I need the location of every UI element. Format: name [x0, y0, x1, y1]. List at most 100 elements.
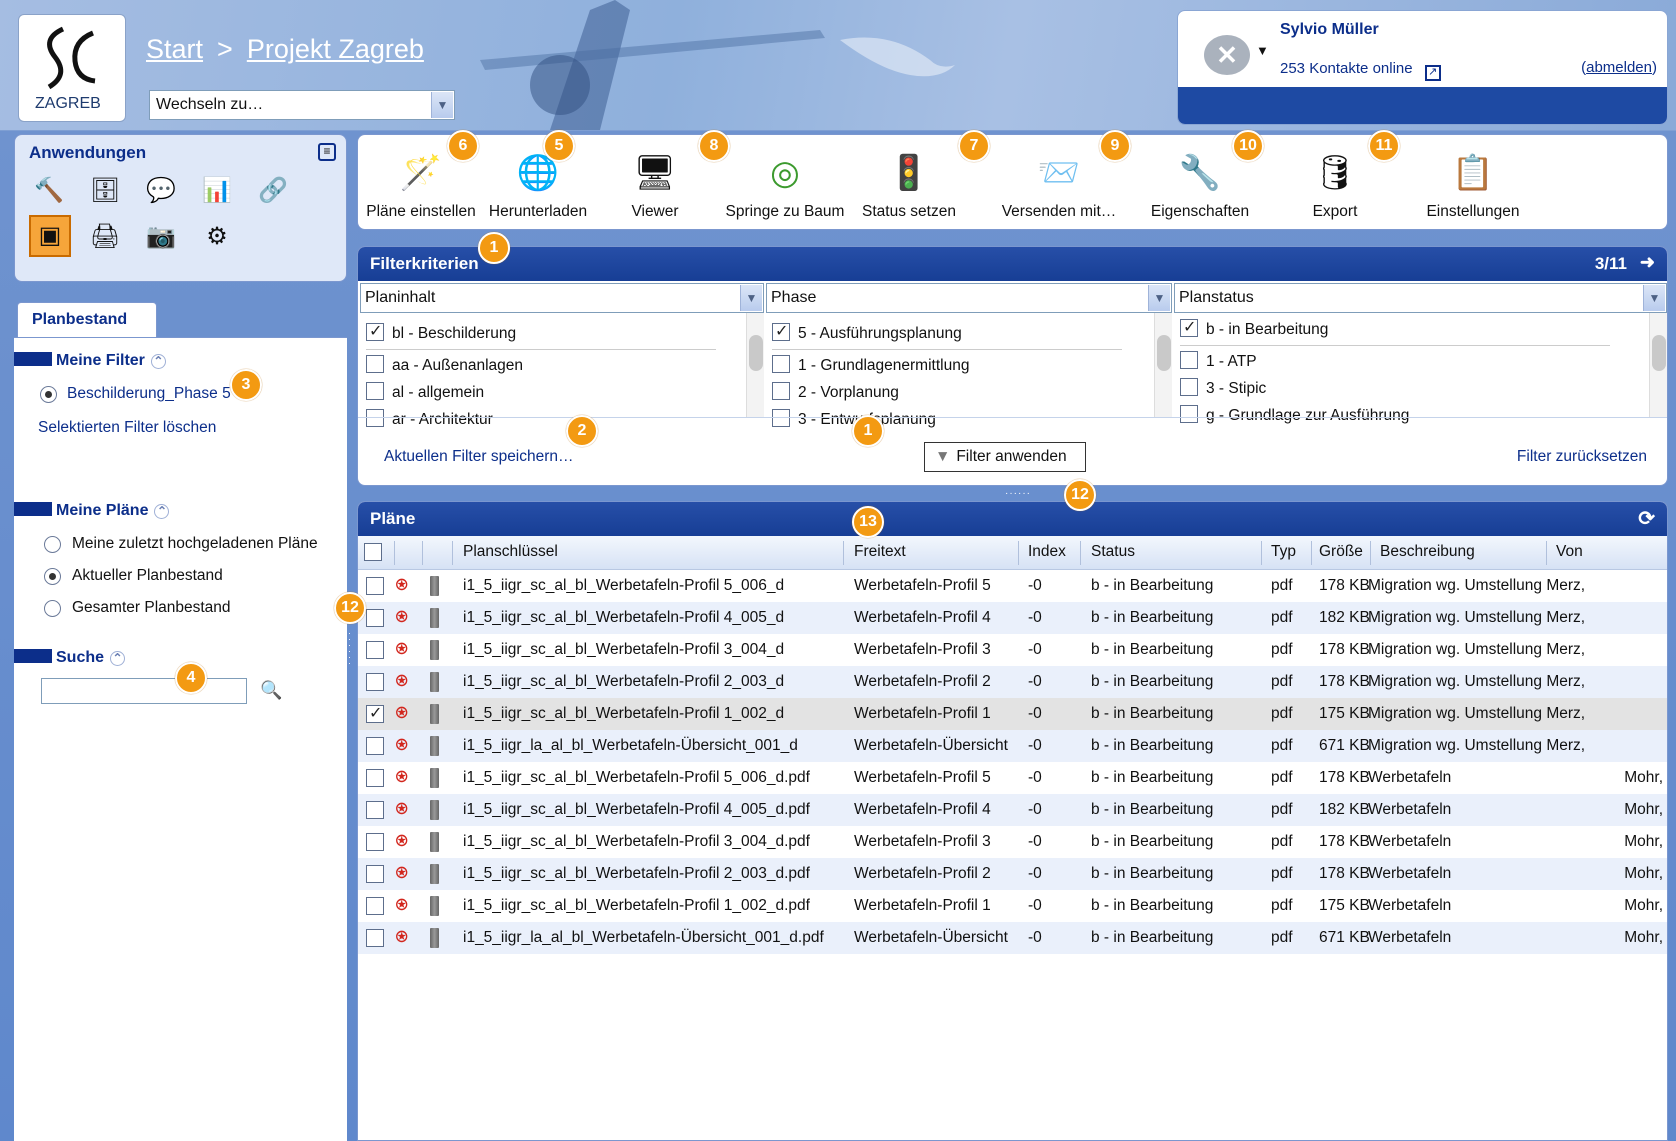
radio-all-plans[interactable]	[44, 600, 61, 617]
camera-icon[interactable]: 📷	[145, 221, 177, 253]
cell-planschluessel[interactable]: i1_5_iigr_sc_al_bl_Werbetafeln-Profil 3_…	[463, 833, 810, 851]
printer-icon[interactable]: 🖨	[89, 221, 121, 253]
chat-icon[interactable]: 💬	[145, 175, 177, 207]
offline-status-icon[interactable]: ✕	[1204, 35, 1250, 75]
checkbox[interactable]	[772, 382, 790, 400]
col-freitext[interactable]: Freitext	[854, 543, 906, 561]
springe-zu-baum-button[interactable]: ◎ Springe zu Baum	[722, 135, 848, 221]
table-row[interactable]: ⍟ i1_5_iigr_sc_al_bl_Werbetafeln-Profil 5…	[358, 762, 1667, 794]
checkbox-checked[interactable]	[772, 321, 790, 341]
external-link-icon[interactable]: ↗	[1424, 65, 1441, 81]
arrow-right-icon[interactable]: ➜	[1640, 252, 1655, 273]
chevron-down-icon[interactable]: ▼	[740, 285, 762, 311]
row-checkbox[interactable]	[366, 769, 384, 787]
filter-item[interactable]: 5 - Ausführungsplanung	[772, 321, 962, 343]
checkbox-checked[interactable]	[1180, 317, 1198, 337]
radio-current-plans[interactable]	[44, 568, 61, 585]
cell-planschluessel[interactable]: i1_5_iigr_sc_al_bl_Werbetafeln-Profil 5_…	[463, 769, 810, 787]
scrollbar[interactable]	[1154, 313, 1172, 417]
row-checkbox[interactable]	[366, 929, 384, 947]
col-groesse[interactable]: Größe	[1319, 543, 1363, 561]
scrollbar[interactable]	[1649, 313, 1667, 417]
meine-plaene-heading[interactable]: Meine Pläne ⌃	[14, 502, 170, 520]
tab-planbestand[interactable]: Planbestand	[17, 302, 157, 338]
checkbox[interactable]	[772, 355, 790, 373]
meine-filter-heading[interactable]: Meine Filter ⌃	[14, 352, 166, 370]
checkbox[interactable]	[1180, 351, 1198, 369]
herunterladen-button[interactable]: 🌐 Herunterladen	[484, 135, 592, 221]
radio-recent-plans[interactable]	[44, 536, 61, 553]
chevron-down-icon[interactable]: ▼	[1643, 285, 1665, 311]
reset-filter-link[interactable]: Filter zurücksetzen	[1517, 448, 1647, 466]
row-checkbox[interactable]	[366, 897, 384, 915]
scrollbar-thumb[interactable]	[1652, 335, 1666, 371]
pdf-icon[interactable]: ⍟	[396, 607, 416, 630]
apply-filter-button[interactable]: ▼ Filter anwenden	[924, 442, 1086, 472]
pdf-icon[interactable]: ⍟	[396, 799, 416, 822]
col-beschreibung[interactable]: Beschreibung	[1380, 543, 1475, 561]
cell-planschluessel[interactable]: i1_5_iigr_la_al_bl_Werbetafeln-Übersicht…	[463, 929, 824, 947]
collapse-icon[interactable]: ⌃	[154, 504, 170, 519]
hammer-icon[interactable]: 🔨	[33, 175, 65, 207]
logout-link[interactable]: (abmelden)	[1581, 59, 1657, 76]
table-row[interactable]: ⍟ i1_5_iigr_la_al_bl_Werbetafeln-Übersich…	[358, 730, 1667, 762]
planstatus-select[interactable]: Planstatus ▼	[1174, 283, 1667, 313]
switch-project-select[interactable]: Wechseln zu… ▼	[149, 90, 455, 120]
status-setzen-button[interactable]: 🚦 Status setzen	[854, 135, 964, 221]
chevron-down-icon[interactable]: ▼	[1148, 285, 1170, 311]
table-row[interactable]: ⍟ i1_5_iigr_sc_al_bl_Werbetafeln-Profil 3…	[358, 826, 1667, 858]
table-row[interactable]: ⍟ i1_5_iigr_sc_al_bl_Werbetafeln-Profil 3…	[358, 634, 1667, 666]
planinhalt-select[interactable]: Planinhalt ▼	[360, 283, 764, 313]
saved-filter-link[interactable]: Beschilderung_Phase 5	[67, 385, 231, 403]
recent-plans-label[interactable]: Meine zuletzt hochgeladenen Pläne	[72, 535, 318, 553]
pdf-icon[interactable]: ⍟	[396, 575, 416, 598]
row-checkbox[interactable]	[366, 833, 384, 851]
scrollbar[interactable]	[746, 313, 764, 417]
cell-planschluessel[interactable]: i1_5_iigr_sc_al_bl_Werbetafeln-Profil 4_…	[463, 801, 810, 819]
cell-planschluessel[interactable]: i1_5_iigr_sc_al_bl_Werbetafeln-Profil 2_…	[463, 673, 784, 691]
pdf-icon[interactable]: ⍟	[396, 703, 416, 726]
col-index[interactable]: Index	[1028, 543, 1066, 561]
col-status[interactable]: Status	[1091, 543, 1135, 561]
pdf-icon[interactable]: ⍟	[396, 895, 416, 918]
viewer-button[interactable]: 🖥 Viewer	[620, 135, 690, 221]
cell-planschluessel[interactable]: i1_5_iigr_sc_al_bl_Werbetafeln-Profil 3_…	[463, 641, 784, 659]
contacts-online-link[interactable]: 253 Kontakte online ↗	[1280, 60, 1441, 81]
hierarchy-icon[interactable]: 🔗	[257, 175, 289, 207]
cell-planschluessel[interactable]: i1_5_iigr_sc_al_bl_Werbetafeln-Profil 1_…	[463, 897, 810, 915]
gear-icon[interactable]: ⚙	[201, 221, 233, 253]
row-checkbox[interactable]	[366, 865, 384, 883]
cell-planschluessel[interactable]: i1_5_iigr_sc_al_bl_Werbetafeln-Profil 5_…	[463, 577, 784, 595]
filter-radio-beschilderung[interactable]	[40, 386, 57, 403]
bar-chart-icon[interactable]: 📊	[201, 175, 233, 207]
pdf-icon[interactable]: ⍟	[396, 671, 416, 694]
row-checkbox[interactable]	[366, 641, 384, 659]
filter-item[interactable]: al - allgemein	[366, 382, 484, 402]
phase-select[interactable]: Phase ▼	[766, 283, 1172, 313]
plans-app-icon[interactable]: ▣	[29, 215, 71, 257]
row-checkbox[interactable]	[366, 703, 384, 723]
filter-item[interactable]: 2 - Vorplanung	[772, 382, 899, 402]
pdf-icon[interactable]: ⍟	[396, 863, 416, 886]
table-row[interactable]: ⍟ i1_5_iigr_sc_al_bl_Werbetafeln-Profil 4…	[358, 794, 1667, 826]
cell-planschluessel[interactable]: i1_5_iigr_la_al_bl_Werbetafeln-Übersicht…	[463, 737, 798, 755]
search-icon[interactable]: 🔍	[260, 680, 282, 701]
col-von[interactable]: Von	[1556, 543, 1583, 561]
table-row[interactable]: ⍟ i1_5_iigr_sc_al_bl_Werbetafeln-Profil 5…	[358, 570, 1667, 602]
table-row[interactable]: ⍟ i1_5_iigr_sc_al_bl_Werbetafeln-Profil 1…	[358, 890, 1667, 922]
pdf-icon[interactable]: ⍟	[396, 639, 416, 662]
table-row[interactable]: ⍟ i1_5_iigr_sc_al_bl_Werbetafeln-Profil 2…	[358, 858, 1667, 890]
sidebar-splitter[interactable]: · · · · · ·	[348, 629, 353, 680]
cabinet-icon[interactable]: 🗄	[89, 175, 121, 207]
filter-item[interactable]: 1 - ATP	[1180, 351, 1257, 371]
einstellungen-button[interactable]: 📋 Einstellungen	[1422, 135, 1524, 221]
search-input[interactable]	[41, 678, 247, 704]
checkbox[interactable]	[366, 355, 384, 373]
breadcrumb-project-link[interactable]: Projekt Zagreb	[247, 34, 424, 64]
cell-planschluessel[interactable]: i1_5_iigr_sc_al_bl_Werbetafeln-Profil 1_…	[463, 705, 784, 723]
pdf-icon[interactable]: ⍟	[396, 735, 416, 758]
current-plans-label[interactable]: Aktueller Planbestand	[72, 567, 223, 585]
checkbox-checked[interactable]	[366, 321, 384, 341]
pdf-icon[interactable]: ⍟	[396, 831, 416, 854]
checkbox[interactable]	[366, 382, 384, 400]
